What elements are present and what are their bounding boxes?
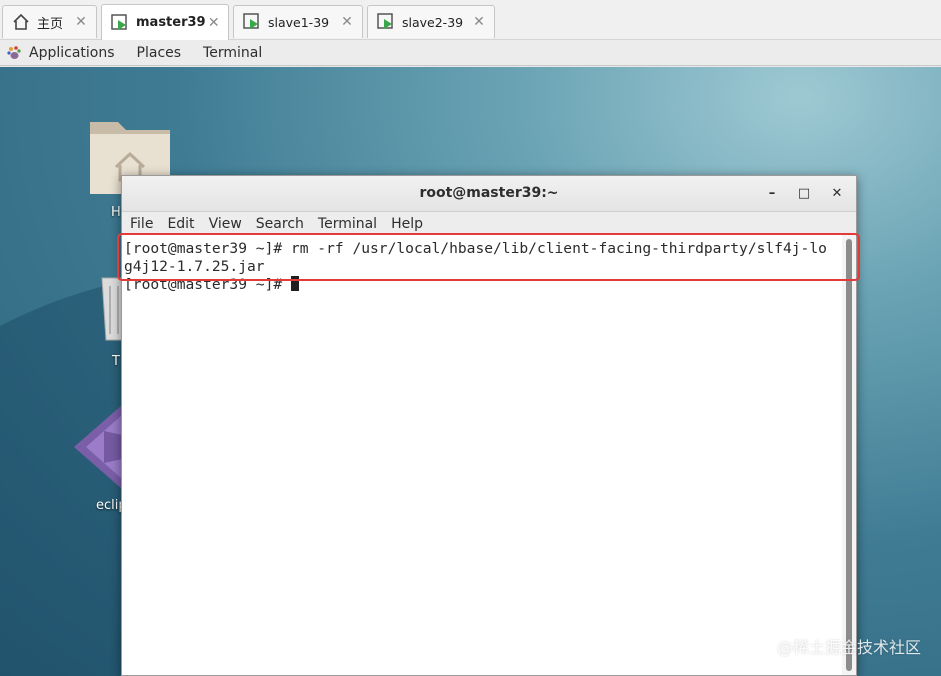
tab-slave2-39[interactable]: slave2-39 ✕ bbox=[367, 5, 495, 38]
tab-label: master39 bbox=[136, 15, 206, 30]
close-icon[interactable]: ✕ bbox=[338, 14, 356, 30]
tab-label: slave2-39 bbox=[402, 14, 464, 30]
watermark: @稀土掘金技术社区 bbox=[776, 638, 921, 657]
close-icon[interactable]: ✕ bbox=[206, 15, 222, 31]
menu-search[interactable]: Search bbox=[256, 214, 304, 234]
gnome-foot-icon bbox=[6, 45, 22, 61]
menu-terminal[interactable]: Terminal bbox=[318, 214, 377, 234]
vm-icon bbox=[242, 12, 262, 32]
tab-label: slave1-39 bbox=[268, 14, 330, 30]
tab-slave1-39[interactable]: slave1-39 ✕ bbox=[233, 5, 363, 38]
highlight-box bbox=[117, 233, 860, 281]
applications-menu[interactable]: Applications bbox=[29, 45, 115, 61]
home-icon bbox=[11, 12, 31, 32]
menu-file[interactable]: File bbox=[130, 214, 153, 234]
close-icon[interactable]: ✕ bbox=[470, 14, 488, 30]
window-titlebar[interactable]: root@master39:~ – □ ✕ bbox=[122, 176, 856, 212]
scrollbar[interactable] bbox=[842, 235, 856, 675]
window-title: root@master39:~ bbox=[419, 185, 559, 201]
terminal-menubar: File Edit View Search Terminal Help bbox=[122, 212, 856, 234]
vm-tab-bar: 主页 ✕ master39 ✕ slave1-39 ✕ slave2-39 ✕ bbox=[0, 0, 941, 40]
close-icon[interactable]: ✕ bbox=[72, 14, 90, 30]
close-button[interactable]: ✕ bbox=[827, 184, 847, 204]
vm-icon bbox=[376, 12, 396, 32]
tab-master39[interactable]: master39 ✕ bbox=[101, 4, 229, 40]
maximize-button[interactable]: □ bbox=[794, 184, 814, 204]
scrollbar-thumb[interactable] bbox=[846, 239, 852, 671]
tab-home[interactable]: 主页 ✕ bbox=[2, 5, 97, 38]
desktop-icon-label: T bbox=[112, 354, 120, 369]
gnome-top-bar: Applications Places Terminal bbox=[0, 40, 941, 66]
vm-icon bbox=[110, 13, 130, 33]
terminal-app-menu[interactable]: Terminal bbox=[203, 45, 262, 61]
menu-edit[interactable]: Edit bbox=[167, 214, 194, 234]
places-menu[interactable]: Places bbox=[137, 45, 182, 61]
menu-view[interactable]: View bbox=[209, 214, 242, 234]
menu-help[interactable]: Help bbox=[391, 214, 423, 234]
eclipse-icon[interactable] bbox=[74, 405, 124, 493]
minimize-button[interactable]: – bbox=[762, 184, 782, 204]
terminal-output[interactable]: [root@master39 ~]# rm -rf /usr/local/hba… bbox=[122, 235, 844, 675]
tab-label: 主页 bbox=[37, 16, 64, 32]
desktop-icon-label: H bbox=[111, 205, 121, 220]
